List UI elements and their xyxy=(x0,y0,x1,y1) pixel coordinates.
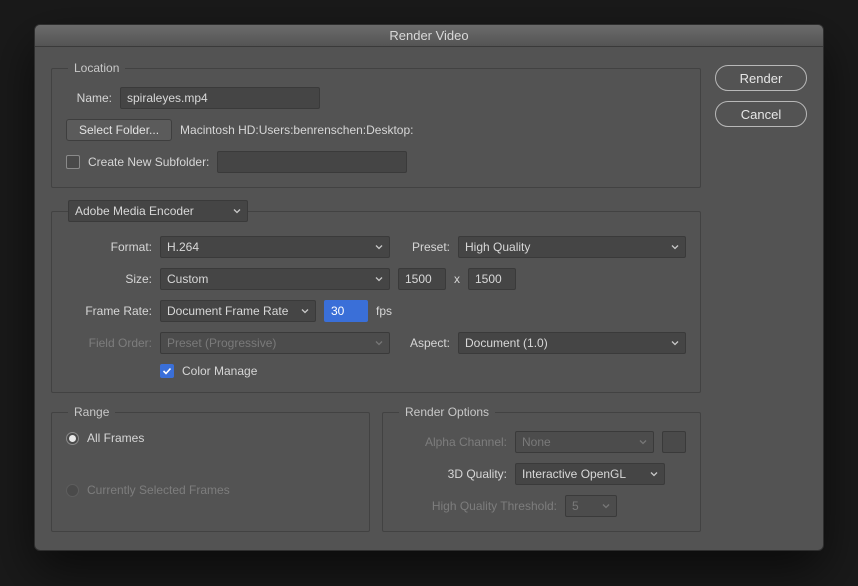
chevron-down-icon xyxy=(375,243,383,251)
selected-frames-radio xyxy=(66,484,79,497)
fieldorder-label: Field Order: xyxy=(66,336,152,350)
chevron-down-icon xyxy=(233,207,241,215)
format-label: Format: xyxy=(66,240,152,254)
hqthresh-select: 5 xyxy=(565,495,617,517)
framerate-label: Frame Rate: xyxy=(66,304,152,318)
color-manage-checkbox[interactable] xyxy=(160,364,174,378)
framerate-mode-select[interactable]: Document Frame Rate xyxy=(160,300,316,322)
all-frames-radio[interactable] xyxy=(66,432,79,445)
fieldorder-value: Preset (Progressive) xyxy=(167,336,276,350)
chevron-down-icon xyxy=(301,307,309,315)
fieldorder-select: Preset (Progressive) xyxy=(160,332,390,354)
hqthresh-label: High Quality Threshold: xyxy=(397,499,557,513)
chevron-down-icon xyxy=(375,339,383,347)
render-video-dialog: Render Video Location Name: Select Folde… xyxy=(34,24,824,551)
alpha-value: None xyxy=(522,435,551,449)
size-sep: x xyxy=(454,272,460,286)
render-options-group: Render Options Alpha Channel: None 3D Qu… xyxy=(382,405,701,532)
encoder-engine-select[interactable]: Adobe Media Encoder xyxy=(68,200,248,222)
quality3d-value: Interactive OpenGL xyxy=(522,467,626,481)
chevron-down-icon xyxy=(650,470,658,478)
aspect-label: Aspect: xyxy=(398,336,450,350)
quality3d-select[interactable]: Interactive OpenGL xyxy=(515,463,665,485)
format-select[interactable]: H.264 xyxy=(160,236,390,258)
window-title: Render Video xyxy=(389,28,468,43)
cancel-button[interactable]: Cancel xyxy=(715,101,807,127)
all-frames-label: All Frames xyxy=(87,431,144,445)
color-manage-label: Color Manage xyxy=(182,364,257,378)
render-button[interactable]: Render xyxy=(715,65,807,91)
format-value: H.264 xyxy=(167,240,199,254)
location-legend: Location xyxy=(68,61,125,75)
selected-frames-label: Currently Selected Frames xyxy=(87,483,230,497)
range-legend: Range xyxy=(68,405,115,419)
quality3d-label: 3D Quality: xyxy=(397,467,507,481)
folder-path: Macintosh HD:Users:benrenschen:Desktop: xyxy=(180,123,413,137)
preset-value: High Quality xyxy=(465,240,530,254)
size-height-input[interactable] xyxy=(468,268,516,290)
size-label: Size: xyxy=(66,272,152,286)
size-width-input[interactable] xyxy=(398,268,446,290)
preset-label: Preset: xyxy=(398,240,450,254)
aspect-select[interactable]: Document (1.0) xyxy=(458,332,686,354)
create-subfolder-label: Create New Subfolder: xyxy=(88,155,209,169)
framerate-input[interactable] xyxy=(324,300,368,322)
encoder-group: Adobe Media Encoder Format: H.264 Preset… xyxy=(51,200,701,393)
alpha-select: None xyxy=(515,431,654,453)
render-options-legend: Render Options xyxy=(399,405,495,419)
size-mode-select[interactable]: Custom xyxy=(160,268,390,290)
alpha-color-swatch xyxy=(662,431,686,453)
chevron-down-icon xyxy=(671,339,679,347)
name-label: Name: xyxy=(66,91,112,105)
framerate-unit: fps xyxy=(376,304,392,318)
subfolder-input[interactable] xyxy=(217,151,407,173)
aspect-value: Document (1.0) xyxy=(465,336,548,350)
create-subfolder-checkbox[interactable] xyxy=(66,155,80,169)
chevron-down-icon xyxy=(375,275,383,283)
select-folder-button[interactable]: Select Folder... xyxy=(66,119,172,141)
check-icon xyxy=(162,366,172,376)
range-group: Range All Frames Currently Selected Fram… xyxy=(51,405,370,532)
size-mode-value: Custom xyxy=(167,272,208,286)
alpha-label: Alpha Channel: xyxy=(397,435,507,449)
hqthresh-value: 5 xyxy=(572,499,579,513)
encoder-engine-value: Adobe Media Encoder xyxy=(75,204,194,218)
preset-select[interactable]: High Quality xyxy=(458,236,686,258)
chevron-down-icon xyxy=(639,438,647,446)
location-group: Location Name: Select Folder... Macintos… xyxy=(51,61,701,188)
chevron-down-icon xyxy=(671,243,679,251)
chevron-down-icon xyxy=(602,502,610,510)
name-input[interactable] xyxy=(120,87,320,109)
framerate-mode-value: Document Frame Rate xyxy=(167,304,288,318)
titlebar[interactable]: Render Video xyxy=(35,25,823,47)
